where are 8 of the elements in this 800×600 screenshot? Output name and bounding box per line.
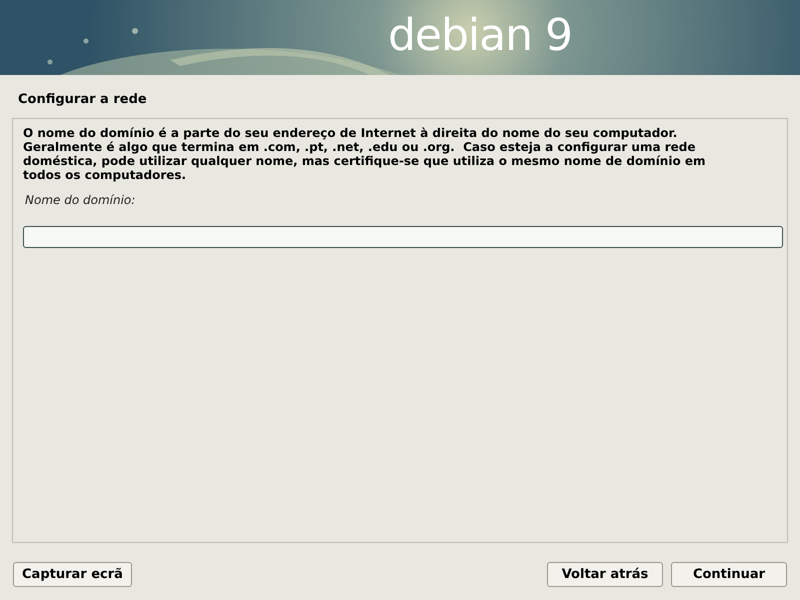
action-button[interactable]: Voltar atrás — [547, 562, 663, 587]
input-field[interactable] — [23, 226, 783, 248]
description-text: O nome do domínio é a parte do seu endereço de Internet à direita do nome do seu computador. Geralmente é algo que termina em .com, .pt, .net, .edu ou .org. Caso esteja a configurar uma rede doméstica, pode utilizar qualquer nome, mas certifique-se que utiliza o mesmo nome de domínio em todos os computadores. — [23, 126, 707, 182]
logo-text: debian 9 — [388, 9, 572, 63]
action-button[interactable]: Capturar ecrã — [13, 562, 132, 587]
field-label: Nome do domínio: — [25, 193, 136, 207]
page-title: Configurar a rede — [18, 92, 147, 107]
action-button[interactable]: Continuar — [671, 562, 787, 587]
